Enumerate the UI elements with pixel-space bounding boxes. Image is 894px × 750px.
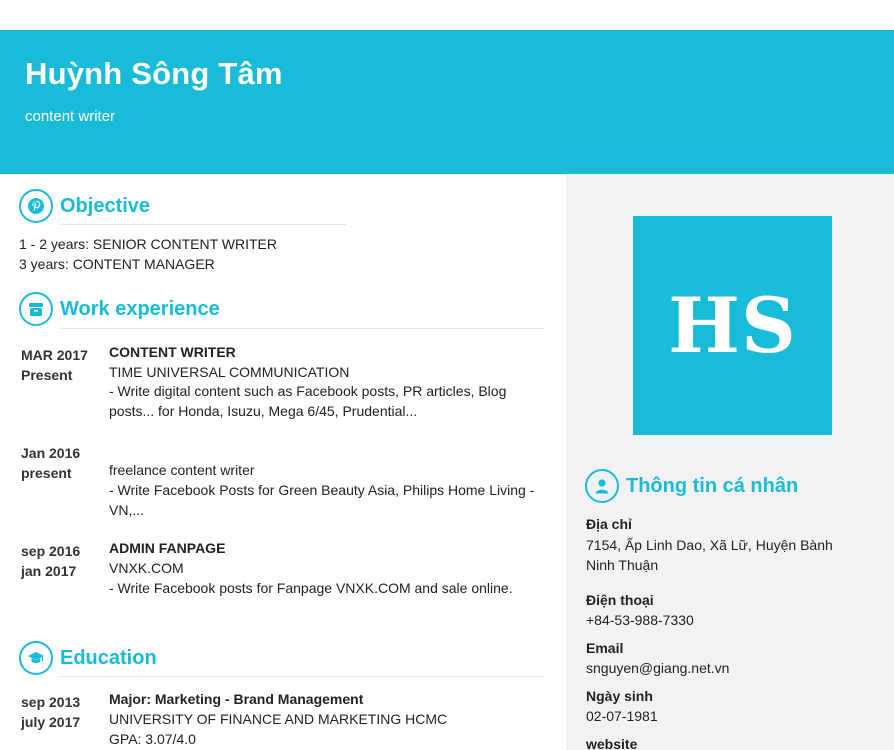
work-position: CONTENT WRITER	[109, 344, 236, 360]
avatar-initials: HS	[668, 281, 797, 370]
education-date-to: july 2017	[21, 714, 81, 730]
address-label: Địa chỉ	[586, 516, 632, 532]
website-label: website	[586, 736, 638, 750]
user-icon	[585, 469, 619, 503]
candidate-role: content writer	[25, 108, 116, 125]
address-value: 7154, Ấp Linh Dao, Xã Lữ, Huyện Bành	[586, 537, 833, 553]
dob-value: 02-07-1981	[586, 708, 658, 724]
objective-title: Objective	[60, 194, 151, 217]
work-divider	[60, 328, 545, 329]
email-label: Email	[586, 640, 624, 656]
education-major: Major: Marketing - Brand Management	[109, 691, 364, 707]
objective-section-header: Objective	[19, 189, 150, 223]
work-title: Work experience	[60, 297, 220, 320]
candidate-name: Huỳnh Sông Tâm	[25, 56, 283, 91]
resume-header: Huỳnh Sông Tâm content writer	[0, 30, 894, 174]
graduation-cap-icon	[19, 641, 53, 675]
work-section-header: Work experience	[19, 292, 220, 326]
objective-line: 3 years: CONTENT MANAGER	[19, 256, 215, 272]
work-date-from: Jan 2016	[21, 445, 81, 461]
education-title: Education	[60, 646, 157, 669]
education-date-from: sep 2013	[21, 694, 81, 710]
work-description: VN,...	[109, 502, 145, 518]
phone-value: +84-53-988-7330	[586, 612, 694, 628]
work-date-to: Present	[21, 367, 73, 383]
work-position: ADMIN FANPAGE	[109, 540, 226, 556]
work-date-to: present	[21, 465, 72, 481]
work-company: VNXK.COM	[109, 560, 184, 576]
objective-line: 1 - 2 years: SENIOR CONTENT WRITER	[19, 236, 277, 252]
work-company: TIME UNIVERSAL COMMUNICATION	[109, 364, 350, 380]
work-company: freelance content writer	[109, 462, 255, 478]
dob-label: Ngày sinh	[586, 688, 653, 704]
personal-section-header: Thông tin cá nhân	[585, 469, 798, 503]
education-school: UNIVERSITY OF FINANCE AND MARKETING HCMC	[109, 711, 448, 727]
objective-divider	[60, 224, 346, 225]
personal-title: Thông tin cá nhân	[626, 474, 799, 497]
briefcase-icon	[19, 292, 53, 326]
email-value: snguyen@giang.net.vn	[586, 660, 730, 676]
pinterest-icon	[19, 189, 53, 223]
address-value: Ninh Thuận	[586, 557, 659, 573]
work-description: - Write Facebook posts for Fanpage VNXK.…	[109, 580, 513, 596]
work-description: posts... for Honda, Isuzu, Mega 6/45, Pr…	[109, 403, 418, 419]
avatar: HS	[633, 216, 832, 435]
phone-label: Điện thoại	[586, 592, 654, 608]
work-date-to: jan 2017	[21, 563, 77, 579]
personal-sidebar: HS Thông tin cá nhân Địa chỉ 7154, Ấp Li…	[566, 174, 894, 750]
work-description: - Write digital content such as Facebook…	[109, 383, 507, 399]
work-description: - Write Facebook Posts for Green Beauty …	[109, 482, 535, 498]
work-date-from: sep 2016	[21, 543, 81, 559]
education-gpa: GPA: 3.07/4.0	[109, 731, 196, 747]
education-divider	[60, 676, 545, 677]
education-section-header: Education	[19, 641, 157, 675]
work-date-from: MAR 2017	[21, 347, 88, 363]
